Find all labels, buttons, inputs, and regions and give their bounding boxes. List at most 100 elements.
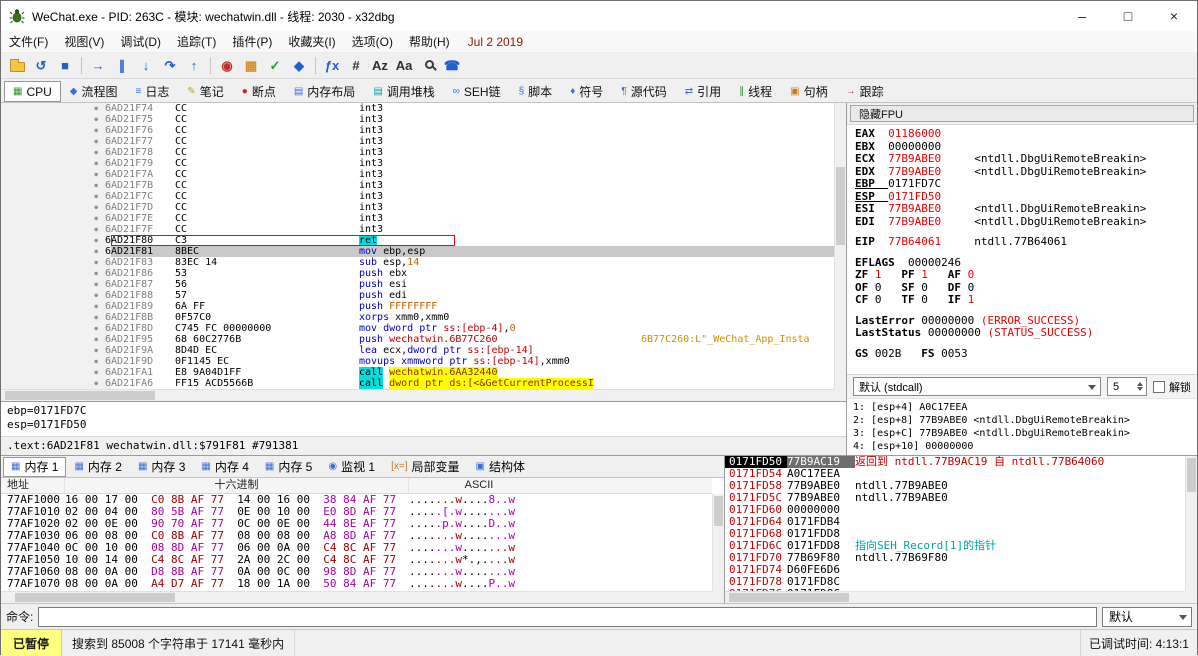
command-input[interactable]: [38, 607, 1097, 627]
disasm-row[interactable]: ●6AD21F79CCint3: [1, 158, 834, 169]
tab-cpu[interactable]: ▦CPU: [4, 81, 61, 102]
disasm-row[interactable]: ●6AD21F78CCint3: [1, 147, 834, 158]
tab-graph[interactable]: ◆流程图: [61, 81, 127, 102]
minimize-button[interactable]: –: [1059, 1, 1105, 31]
disasm-row[interactable]: ●6AD21F7CCCint3: [1, 191, 834, 202]
disasm-row[interactable]: ●6AD21F9D0F1145 ECmovups xmmword ptr ss:…: [1, 356, 834, 367]
tab-notes[interactable]: ✎笔记: [178, 81, 232, 102]
letters-icon[interactable]: Aa: [392, 55, 416, 77]
tab-dump1[interactable]: ▦内存 1: [3, 457, 66, 477]
disasm-row[interactable]: ●6AD21F74CCint3: [1, 103, 834, 114]
memory-icon[interactable]: ▦: [239, 55, 263, 77]
breakpoint-dot-icon[interactable]: ●: [1, 345, 105, 356]
breakpoint-dot-icon[interactable]: ●: [1, 180, 105, 191]
registers-body[interactable]: EAX 01186000EBX 00000000ECX 77B9ABE0 <nt…: [847, 125, 1197, 374]
disasm-row[interactable]: ●6AD21F77CCint3: [1, 136, 834, 147]
tab-dump5[interactable]: ▦内存 5: [257, 457, 320, 477]
disasm-row[interactable]: ●6AD21F8B0F57C0xorps xmm0,xmm0: [1, 312, 834, 323]
disasm-row[interactable]: ●6AD21F8383EC 14sub esp,14: [1, 257, 834, 268]
dump-pane[interactable]: 地址 十六进制 ASCII 77AF100016 00 17 00 C0 8B …: [1, 478, 724, 603]
attach-icon[interactable]: ☎: [440, 55, 464, 77]
breakpoint-dot-icon[interactable]: ●: [1, 290, 105, 301]
unlock-checkbox[interactable]: [1153, 381, 1165, 393]
disasm-row[interactable]: ●6AD21F8DC745 FC 00000000mov dword ptr s…: [1, 323, 834, 334]
tab-watch1[interactable]: ◉监视 1: [320, 457, 383, 477]
calling-convention-select[interactable]: 默认 (stdcall): [853, 377, 1101, 396]
stack-vertical-scrollbar[interactable]: [1185, 456, 1197, 591]
run-icon[interactable]: →: [86, 55, 110, 77]
tab-dump2[interactable]: ▦内存 2: [66, 457, 129, 477]
disassembly-horizontal-scrollbar[interactable]: [1, 389, 834, 401]
breakpoint-dot-icon[interactable]: ●: [1, 103, 105, 114]
breakpoint-dot-icon[interactable]: ●: [1, 367, 105, 378]
find-icon[interactable]: [416, 55, 440, 77]
menu-trace[interactable]: 追踪(T): [169, 31, 224, 52]
breakpoint-dot-icon[interactable]: ●: [1, 257, 105, 268]
dump-vertical-scrollbar[interactable]: [712, 494, 724, 591]
breakpoint-dot-icon[interactable]: ●: [1, 147, 105, 158]
menu-view[interactable]: 视图(V): [56, 31, 112, 52]
argument-count-stepper[interactable]: 5: [1107, 377, 1147, 396]
tab-threads[interactable]: ∥线程: [730, 81, 781, 102]
disasm-row[interactable]: ●6AD21F7ECCint3: [1, 213, 834, 224]
breakpoint-dot-icon[interactable]: ●: [1, 334, 105, 345]
breakpoint-dot-icon[interactable]: ●: [1, 136, 105, 147]
breakpoint-dot-icon[interactable]: ●: [1, 125, 105, 136]
shield-icon[interactable]: ◆: [287, 55, 311, 77]
stack-pane[interactable]: 0171FD5077B9AC19返回到 ntdll.77B9AC19 自 ntd…: [725, 456, 1197, 603]
menu-options[interactable]: 选项(O): [344, 31, 401, 52]
tab-symbols[interactable]: ♦符号: [561, 81, 612, 102]
tab-log[interactable]: ≡日志: [127, 81, 179, 102]
tab-script[interactable]: §脚本: [510, 81, 562, 102]
patches-icon[interactable]: ✓: [263, 55, 287, 77]
dump-horizontal-scrollbar[interactable]: [1, 591, 712, 603]
disasm-row[interactable]: ●6AD21F76CCint3: [1, 125, 834, 136]
strings-icon[interactable]: Az: [368, 55, 392, 77]
spinner-up-icon[interactable]: [1137, 382, 1143, 386]
tab-locals[interactable]: [x=]局部变量: [383, 457, 467, 477]
disasm-row[interactable]: ●6AD21FA6FF15 ACD5566Bcall dword ptr ds:…: [1, 378, 834, 389]
command-script-select[interactable]: 默认: [1102, 607, 1192, 627]
disasm-row[interactable]: ●6AD21F7ACCint3: [1, 169, 834, 180]
breakpoint-dot-icon[interactable]: ●: [1, 268, 105, 279]
disasm-row[interactable]: ●6AD21F75CCint3: [1, 114, 834, 125]
tab-seh[interactable]: ∞SEH链: [444, 81, 510, 102]
breakpoint-dot-icon[interactable]: ●: [1, 301, 105, 312]
step-over-icon[interactable]: ↷: [158, 55, 182, 77]
disasm-row[interactable]: ●6AD21F80C3ret: [1, 235, 834, 246]
step-into-icon[interactable]: ↓: [134, 55, 158, 77]
disasm-row[interactable]: ●6AD21F818BECmov ebp,esp: [1, 246, 834, 257]
tab-trace-view[interactable]: →跟踪: [837, 81, 893, 102]
disasm-row[interactable]: ●6AD21F9A8D4D EClea ecx,dword ptr ss:[eb…: [1, 345, 834, 356]
breakpoint-dot-icon[interactable]: ●: [1, 279, 105, 290]
fx-icon[interactable]: ƒx: [320, 55, 344, 77]
tab-memmap[interactable]: ▤内存布局: [285, 81, 364, 102]
tab-dump3[interactable]: ▦内存 3: [130, 457, 193, 477]
menu-debug[interactable]: 调试(D): [112, 31, 169, 52]
menu-help[interactable]: 帮助(H): [401, 31, 458, 52]
breakpoint-dot-icon[interactable]: ●: [1, 191, 105, 202]
stop-icon[interactable]: ■: [53, 55, 77, 77]
tab-struct[interactable]: ▣结构体: [468, 457, 533, 477]
tab-dump4[interactable]: ▦内存 4: [193, 457, 256, 477]
breakpoint-dot-icon[interactable]: ●: [1, 169, 105, 180]
disassembly-pane[interactable]: ●6AD21F74CCint3●6AD21F75CCint3●6AD21F76C…: [1, 103, 846, 401]
breakpoint-dot-icon[interactable]: ●: [1, 246, 105, 257]
stack-horizontal-scrollbar[interactable]: [725, 591, 1185, 603]
breakpoint-dot-icon[interactable]: ●: [1, 202, 105, 213]
tab-breakpoints[interactable]: ●断点: [233, 81, 285, 102]
disasm-row[interactable]: ●6AD21F8653push ebx: [1, 268, 834, 279]
breakpoint-dot-icon[interactable]: ●: [1, 224, 105, 235]
breakpoint-dot-icon[interactable]: ●: [1, 158, 105, 169]
pause-icon[interactable]: ∥: [110, 55, 134, 77]
execute-till-return-icon[interactable]: ↑: [182, 55, 206, 77]
tab-callstack[interactable]: ▤调用堆栈: [364, 81, 443, 102]
hash-icon[interactable]: #: [344, 55, 368, 77]
disasm-row[interactable]: ●6AD21F8857push edi: [1, 290, 834, 301]
disassembly-vertical-scrollbar[interactable]: [834, 103, 846, 389]
hide-fpu-button[interactable]: 隐藏FPU: [850, 105, 1194, 122]
tab-source[interactable]: ¶源代码: [612, 81, 675, 102]
breakpoint-dot-icon[interactable]: ●: [1, 114, 105, 125]
disasm-row[interactable]: ●6AD21F7DCCint3: [1, 202, 834, 213]
disasm-row[interactable]: ●6AD21F9568 60C2776Bpush wechatwin.6B77C…: [1, 334, 834, 345]
